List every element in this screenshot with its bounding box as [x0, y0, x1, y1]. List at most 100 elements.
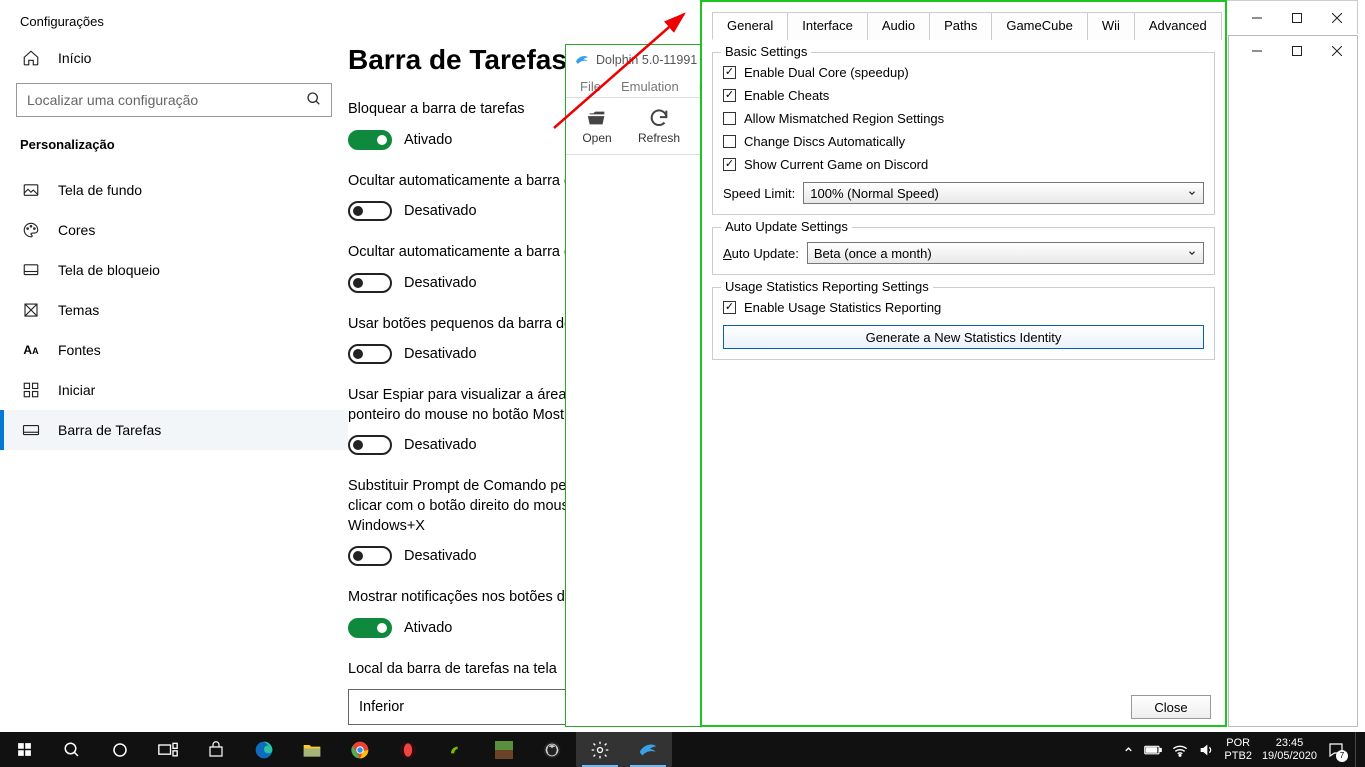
language-indicator[interactable]: POR PTB2: [1224, 737, 1252, 762]
auto-update-select[interactable]: Beta (once a month): [807, 242, 1204, 264]
taskbar-taskview-button[interactable]: [144, 732, 192, 767]
toggle-state-0: Ativado: [404, 132, 452, 148]
taskbar-dolphin[interactable]: [624, 732, 672, 767]
sidebar-item-background[interactable]: Tela de fundo: [0, 170, 348, 210]
auto-update-value: Beta (once a month): [814, 246, 932, 261]
menu-emulation[interactable]: Emulation: [613, 79, 687, 94]
checkbox-1[interactable]: Enable Cheats: [723, 84, 1204, 107]
chevron-down-icon: [1187, 188, 1197, 198]
nav-label: Cores: [58, 222, 95, 238]
picture-icon: [22, 181, 40, 199]
group-title: Basic Settings: [721, 44, 811, 59]
wifi-icon[interactable]: [1172, 743, 1188, 757]
toolbar-refresh-button[interactable]: Refresh: [628, 98, 690, 154]
taskbar-settings[interactable]: [576, 732, 624, 767]
maximize-button[interactable]: [1277, 36, 1317, 66]
taskbar-chrome[interactable]: [336, 732, 384, 767]
taskbar-explorer[interactable]: [288, 732, 336, 767]
sidebar-item-lockscreen[interactable]: Tela de bloqueio: [0, 250, 348, 290]
speed-limit-value: 100% (Normal Speed): [810, 186, 939, 201]
toggle-switch-4[interactable]: [348, 435, 392, 455]
minimize-button[interactable]: [1237, 36, 1277, 66]
tab-audio[interactable]: Audio: [867, 12, 930, 40]
start-button[interactable]: [0, 732, 48, 767]
sidebar-item-colors[interactable]: Cores: [0, 210, 348, 250]
tab-wii[interactable]: Wii: [1087, 12, 1135, 40]
toggle-switch-2[interactable]: [348, 273, 392, 293]
sidebar-item-fonts[interactable]: AA Fontes: [0, 330, 348, 370]
toggle-state-6: Ativado: [404, 620, 452, 636]
background-window-titlebar: [1223, 0, 1358, 34]
home-nav-item[interactable]: Início: [0, 29, 348, 83]
maximize-button[interactable]: [1277, 3, 1317, 33]
tab-advanced[interactable]: Advanced: [1134, 12, 1222, 40]
config-tabs: GeneralInterfaceAudioPathsGameCubeWiiAdv…: [712, 12, 1215, 40]
checkbox-label: Allow Mismatched Region Settings: [744, 111, 944, 126]
toggle-switch-0[interactable]: [348, 130, 392, 150]
toggle-state-1: Desativado: [404, 203, 477, 219]
checkbox-icon: [723, 112, 736, 125]
combo-value: Inferior: [359, 699, 404, 715]
taskbar-search-button[interactable]: [48, 732, 96, 767]
taskbar-obs[interactable]: [528, 732, 576, 767]
fonts-icon: AA: [22, 341, 40, 359]
tab-paths[interactable]: Paths: [929, 12, 992, 40]
tab-general[interactable]: General: [712, 12, 788, 40]
show-desktop-button[interactable]: [1355, 732, 1361, 767]
dialog-close-button[interactable]: Close: [1131, 695, 1211, 719]
basic-settings-group: Basic Settings Enable Dual Core (speedup…: [712, 52, 1215, 215]
speed-limit-select[interactable]: 100% (Normal Speed): [803, 182, 1204, 204]
checkbox-icon: [723, 66, 736, 79]
action-center-icon[interactable]: 7: [1327, 741, 1345, 759]
taskbar-nvidia[interactable]: [432, 732, 480, 767]
close-button[interactable]: [1317, 36, 1357, 66]
taskbar-minecraft[interactable]: [480, 732, 528, 767]
clock[interactable]: 23:45 19/05/2020: [1262, 737, 1317, 762]
toggle-switch-6[interactable]: [348, 618, 392, 638]
toggle-switch-1[interactable]: [348, 201, 392, 221]
taskbar-edge[interactable]: [240, 732, 288, 767]
volume-icon[interactable]: [1198, 742, 1214, 758]
home-icon: [22, 49, 40, 67]
checkbox-label: Enable Usage Statistics Reporting: [744, 300, 941, 315]
checkbox-2[interactable]: Allow Mismatched Region Settings: [723, 107, 1204, 130]
taskbar-cortana-button[interactable]: [96, 732, 144, 767]
checkbox-icon: [723, 89, 736, 102]
nav-label: Tela de bloqueio: [58, 262, 160, 278]
tab-interface[interactable]: Interface: [787, 12, 868, 40]
sidebar-item-taskbar[interactable]: Barra de Tarefas: [0, 410, 348, 450]
settings-search[interactable]: [16, 83, 332, 117]
nav-label: Fontes: [58, 342, 101, 358]
background-window: [1228, 35, 1358, 727]
toggle-state-4: Desativado: [404, 437, 477, 453]
nav-label: Iniciar: [58, 382, 95, 398]
checkbox-4[interactable]: Show Current Game on Discord: [723, 153, 1204, 176]
sidebar-item-themes[interactable]: Temas: [0, 290, 348, 330]
toolbar-open-button[interactable]: Open: [566, 98, 628, 154]
tray-overflow-icon[interactable]: [1123, 744, 1134, 755]
usage-stats-checkbox[interactable]: Enable Usage Statistics Reporting: [723, 296, 1204, 319]
tab-gamecube[interactable]: GameCube: [991, 12, 1087, 40]
battery-icon[interactable]: [1144, 744, 1162, 756]
search-input[interactable]: [16, 83, 332, 117]
taskbar-store[interactable]: [192, 732, 240, 767]
menu-file[interactable]: File: [572, 79, 609, 94]
minimize-button[interactable]: [1237, 3, 1277, 33]
close-button[interactable]: [1317, 3, 1357, 33]
palette-icon: [22, 221, 40, 239]
toggle-switch-3[interactable]: [348, 344, 392, 364]
generate-identity-button[interactable]: Generate a New Statistics Identity: [723, 325, 1204, 349]
checkbox-icon: [723, 301, 736, 314]
checkbox-icon: [723, 135, 736, 148]
checkbox-label: Change Discs Automatically: [744, 134, 905, 149]
taskbar-opera[interactable]: [384, 732, 432, 767]
windows-taskbar: POR PTB2 23:45 19/05/2020 7: [0, 732, 1365, 767]
group-title: Auto Update Settings: [721, 219, 852, 234]
sidebar-item-start[interactable]: Iniciar: [0, 370, 348, 410]
checkbox-0[interactable]: Enable Dual Core (speedup): [723, 61, 1204, 84]
toggle-switch-5[interactable]: [348, 546, 392, 566]
group-title: Usage Statistics Reporting Settings: [721, 279, 933, 294]
checkbox-3[interactable]: Change Discs Automatically: [723, 130, 1204, 153]
taskbar-icon: [22, 421, 40, 439]
nav-label: Tela de fundo: [58, 182, 142, 198]
